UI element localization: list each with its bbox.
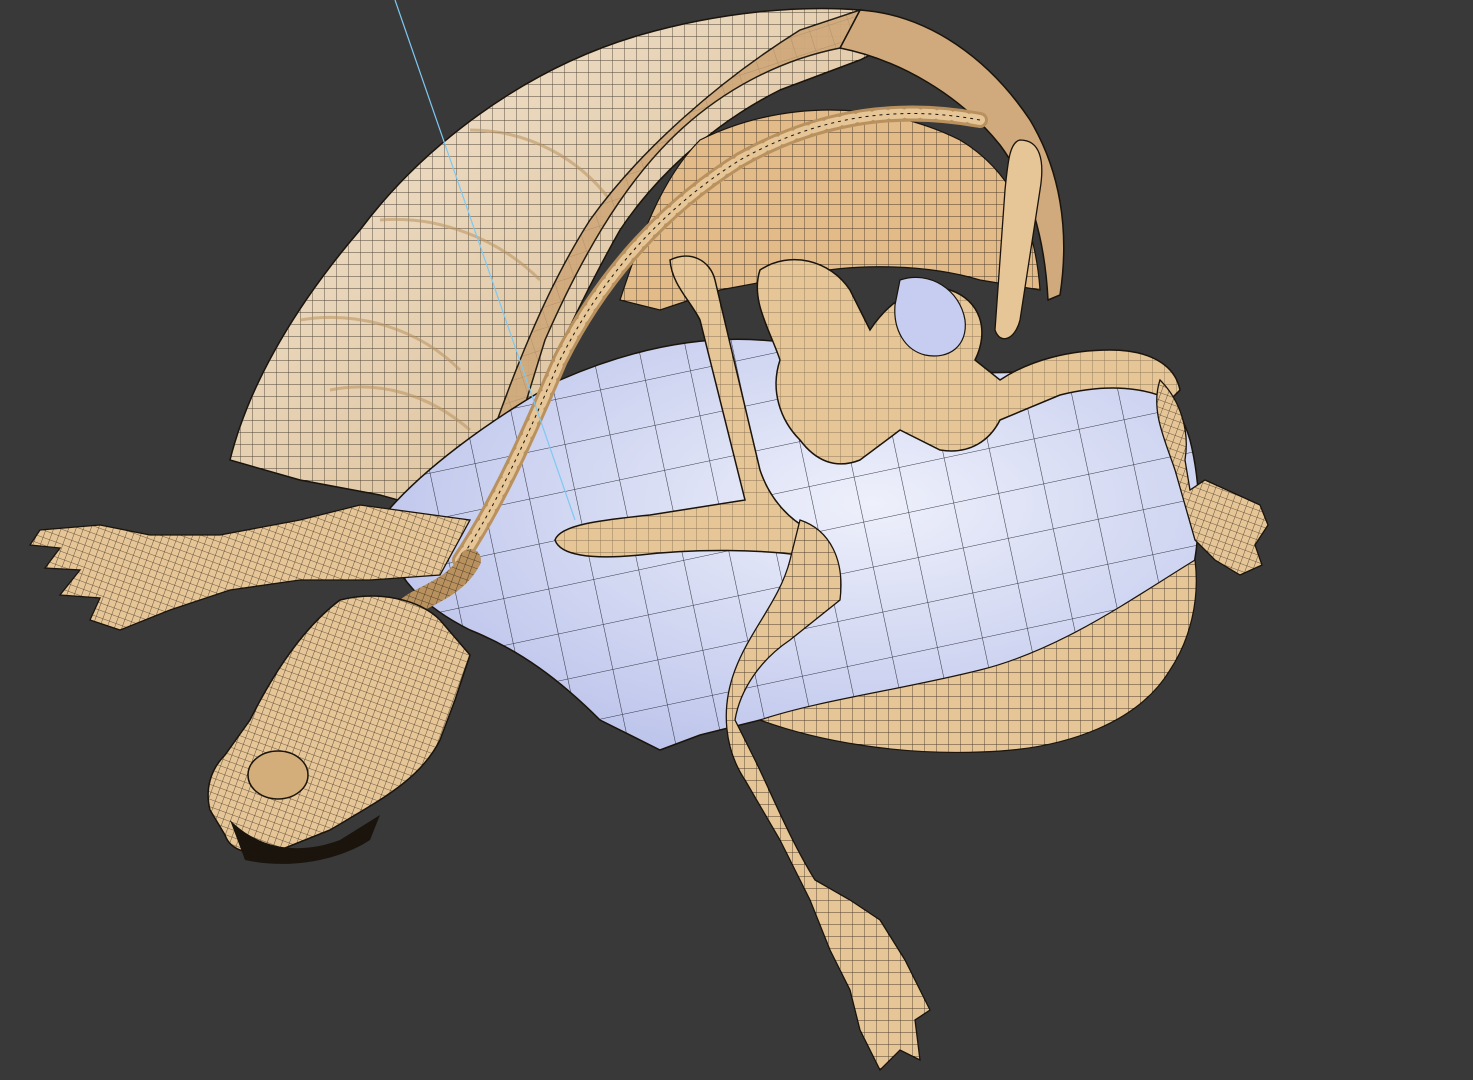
- eye-socket: [247, 750, 309, 800]
- 3d-viewport[interactable]: [0, 0, 1473, 1080]
